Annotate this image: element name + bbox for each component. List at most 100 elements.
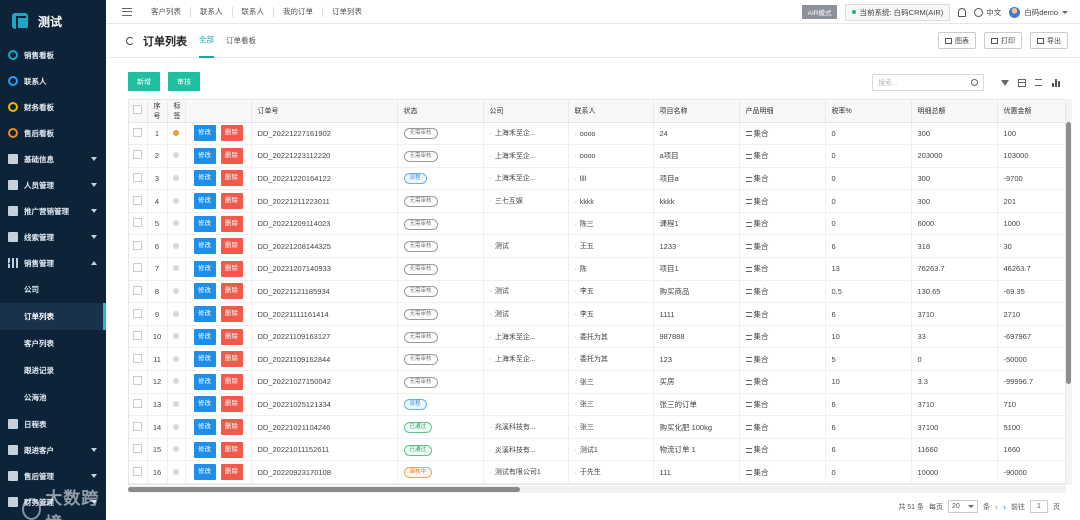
sort-button[interactable] (1030, 74, 1047, 91)
company-link[interactable]: 上海禾至企... (490, 153, 536, 160)
delete-button[interactable]: 删除 (220, 306, 243, 323)
column-header-10[interactable]: 明细总额 (911, 100, 998, 123)
company-link[interactable]: 上海禾至企... (490, 130, 536, 137)
tag-icon[interactable] (173, 468, 179, 475)
table-row[interactable]: 4修改删除DD_20221211223011无需审核三七互娱kkkkkkkk集合… (129, 189, 1065, 213)
user-menu[interactable]: 白码demo (1009, 6, 1068, 18)
product-detail-link[interactable]: 集合 (754, 287, 769, 296)
column-header-3[interactable]: 订单号 (251, 100, 398, 123)
delete-button[interactable]: 删除 (220, 396, 243, 413)
product-detail-link[interactable]: 集合 (754, 355, 769, 364)
product-detail-link[interactable]: 集合 (754, 332, 769, 341)
sidebar-item-t7[interactable]: 线索管理 (0, 224, 106, 250)
contact-link[interactable]: 委托为其 (575, 334, 608, 341)
row-checkbox[interactable] (133, 263, 143, 273)
edit-button[interactable]: 修改 (193, 328, 216, 345)
column-header-5[interactable]: 公司 (483, 100, 569, 123)
row-checkbox[interactable] (133, 376, 143, 386)
product-detail-link[interactable]: 集合 (754, 219, 769, 228)
tag-icon[interactable] (173, 174, 179, 181)
page-number-input[interactable]: 1 (1030, 500, 1048, 513)
company-link[interactable]: 测试有限公司1 (490, 469, 541, 476)
edit-button[interactable]: 修改 (193, 147, 216, 164)
edit-button[interactable]: 修改 (193, 238, 216, 255)
company-link[interactable]: 测试 (490, 243, 509, 250)
contact-link[interactable]: 陈三 (575, 221, 594, 228)
column-header-11[interactable]: 优惠金额 (997, 100, 1065, 123)
horizontal-scrollbar-thumb[interactable] (128, 487, 520, 492)
row-checkbox[interactable] (133, 444, 143, 454)
tag-icon[interactable] (173, 446, 179, 453)
edit-button[interactable]: 修改 (193, 193, 216, 210)
vertical-scrollbar[interactable] (1066, 99, 1072, 485)
edit-button[interactable]: 修改 (193, 125, 216, 142)
product-detail-link[interactable]: 集合 (754, 174, 769, 183)
contact-link[interactable]: 王五 (575, 243, 594, 250)
delete-button[interactable]: 删除 (220, 351, 243, 368)
tag-icon[interactable] (173, 242, 179, 249)
sidebar-item-t4[interactable]: 基础信息 (0, 146, 106, 172)
open-tab-4[interactable]: 订单列表 (323, 7, 371, 17)
row-checkbox[interactable] (133, 195, 143, 205)
table-row[interactable]: 12修改删除DD_20221027150042无需审核张三买房集合103.3-9… (129, 370, 1065, 394)
delete-button[interactable]: 删除 (220, 283, 243, 300)
table-row[interactable]: 11修改删除DD_20221109162844无需审核上海禾至企...委托为其1… (129, 347, 1065, 372)
company-link[interactable]: 上海禾至企... (490, 175, 536, 182)
tag-icon[interactable] (173, 265, 179, 272)
company-link[interactable]: 炎溪科技有... (490, 447, 536, 454)
contact-link[interactable]: 委托为其 (575, 356, 608, 363)
edit-button[interactable]: 修改 (193, 283, 216, 300)
product-detail-link[interactable]: 集合 (754, 400, 769, 409)
app-logo[interactable]: 测试 (0, 0, 106, 42)
tag-icon[interactable] (173, 378, 179, 385)
product-detail-link[interactable]: 集合 (754, 445, 769, 454)
sidebar-item-t2[interactable]: 财务看板 (0, 94, 106, 120)
product-detail-link[interactable]: 集合 (754, 377, 769, 386)
row-checkbox[interactable] (133, 172, 143, 182)
row-checkbox[interactable] (133, 331, 143, 341)
product-detail-link[interactable]: 集合 (754, 423, 769, 432)
product-detail-link[interactable]: 集合 (754, 468, 769, 477)
tag-icon[interactable] (173, 400, 179, 407)
tag-icon[interactable] (173, 333, 179, 340)
row-checkbox[interactable] (133, 308, 143, 318)
delete-button[interactable]: 删除 (220, 464, 243, 481)
table-row[interactable]: 2修改删除DD_20221223112220无需审核上海禾至企...ooooa项… (129, 144, 1065, 168)
tag-icon[interactable] (173, 129, 179, 136)
sidebar-item-b1[interactable]: 跟进客户 (0, 437, 106, 463)
edit-button[interactable]: 修改 (193, 306, 216, 323)
company-link[interactable]: 三七互娱 (490, 198, 523, 205)
menu-toggle-icon[interactable] (122, 7, 132, 16)
air-mode-badge[interactable]: AIR模式 (801, 5, 838, 19)
sidebar-subitem-1[interactable]: 订单列表 (0, 303, 106, 330)
table-row[interactable]: 15修改删除DD_20221011152611已通过炎溪科技有...测试1物流订… (129, 438, 1065, 462)
sidebar-subitem-3[interactable]: 跟进记录 (0, 357, 106, 384)
sidebar-subitem-4[interactable]: 公海池 (0, 384, 106, 411)
delete-button[interactable]: 删除 (220, 441, 243, 458)
tab-order-board[interactable]: 订单看板 (226, 24, 256, 57)
product-detail-link[interactable]: 集合 (754, 242, 769, 251)
search-input[interactable]: 搜索... (872, 74, 984, 91)
contact-link[interactable]: 测试1 (575, 447, 598, 454)
delete-button[interactable]: 删除 (220, 170, 243, 187)
contact-link[interactable]: 李五 (575, 311, 594, 318)
sidebar-item-t6[interactable]: 推广营销管理 (0, 198, 106, 224)
column-header-7[interactable]: 项目名称 (653, 100, 740, 123)
select-all-checkbox[interactable] (133, 105, 143, 115)
sidebar-item-t5[interactable]: 人员管理 (0, 172, 106, 198)
edit-button[interactable]: 修改 (193, 170, 216, 187)
table-row[interactable]: 10修改删除DD_20221109163127无需审核上海禾至企...委托为其9… (129, 325, 1065, 349)
contact-link[interactable]: 陈 (575, 266, 587, 273)
table-row[interactable]: 7修改删除DD_20221207140933无需审核陈项目1集合1376263.… (129, 257, 1065, 281)
open-tab-2[interactable]: 联系人 (233, 6, 274, 17)
chart-button[interactable]: 图表 (938, 32, 976, 49)
delete-button[interactable]: 删除 (220, 419, 243, 436)
contact-link[interactable]: kkkk (575, 199, 594, 206)
table-row[interactable]: 16修改删除DD_20220923170108审核中测试有限公司1于先生111集… (129, 460, 1065, 484)
product-detail-link[interactable]: 集合 (754, 310, 769, 319)
table-row[interactable]: 3修改删除DD_20221220164122流程上海禾至企...llll项目a集… (129, 167, 1065, 191)
tag-icon[interactable] (173, 423, 179, 430)
search-icon[interactable] (971, 79, 978, 86)
edit-button[interactable]: 修改 (193, 260, 216, 277)
table-row[interactable]: 9修改删除DD_20221111161414无需审核测试李五1111集合6371… (129, 302, 1065, 326)
